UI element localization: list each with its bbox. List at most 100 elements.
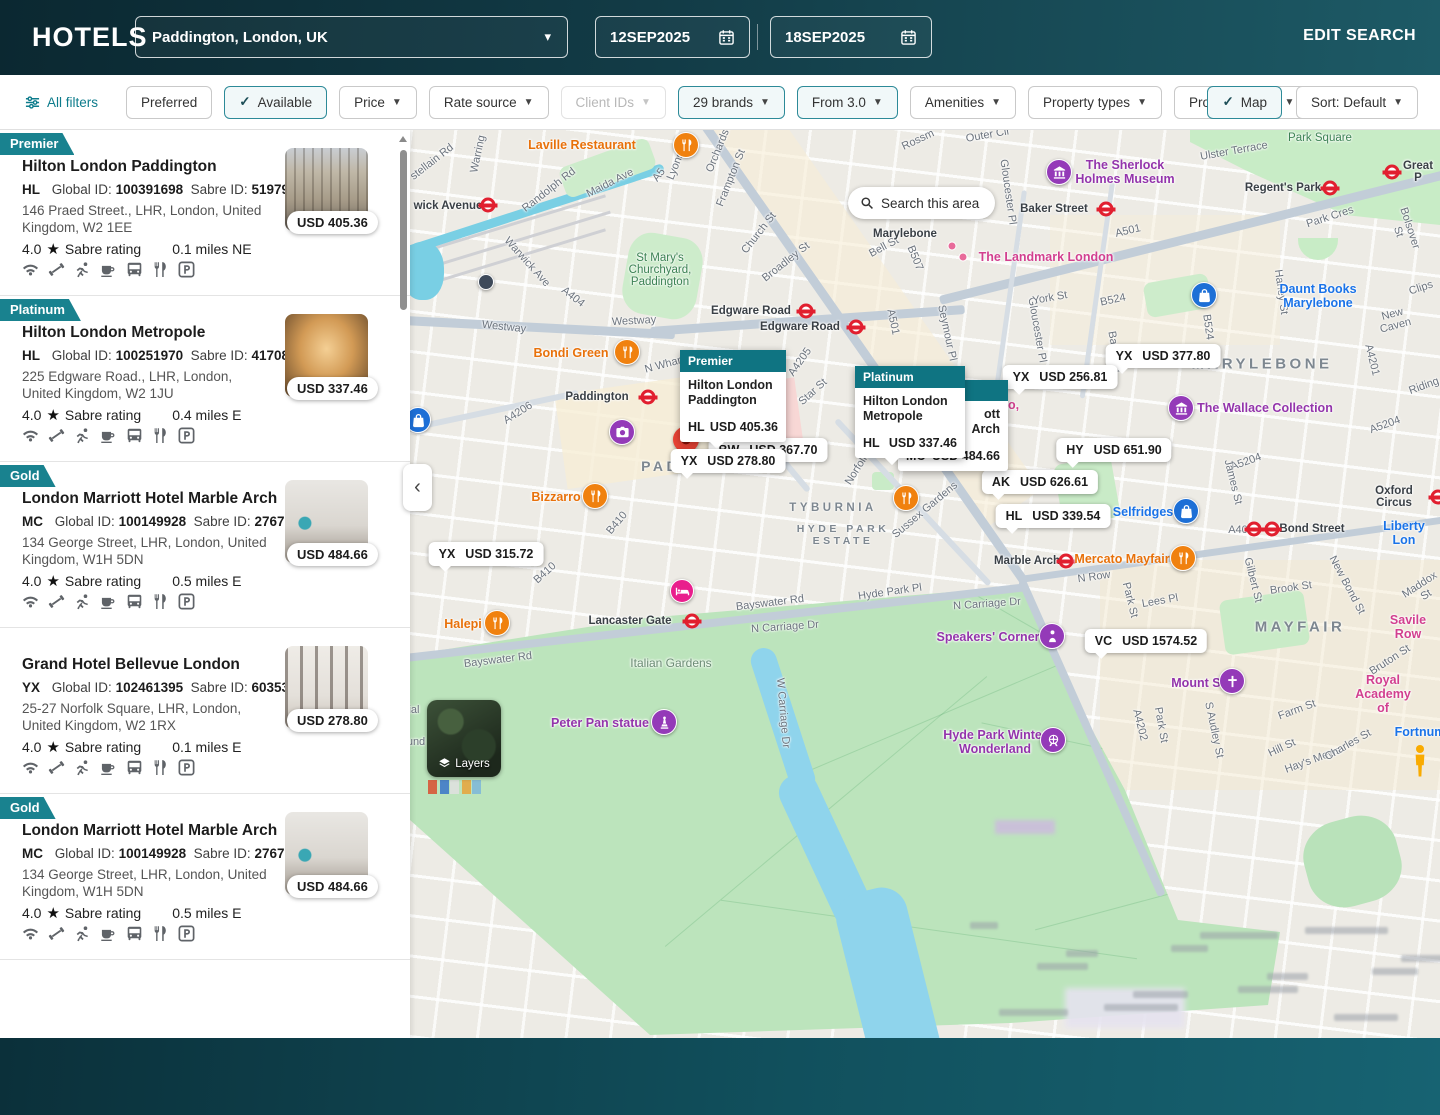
filter-property-types[interactable]: Property types▼ <box>1028 86 1162 119</box>
garbled-artifact <box>1334 1014 1398 1021</box>
check-out-date-field[interactable]: 18SEP2025 <box>770 16 932 58</box>
filter-from-3-0[interactable]: From 3.0▼ <box>797 86 898 119</box>
rest-marker-icon[interactable] <box>893 485 919 511</box>
dotpink-marker-icon[interactable] <box>948 242 957 251</box>
filter-client-ids[interactable]: Client IDs▼ <box>561 86 666 119</box>
store-marker-icon[interactable] <box>1191 282 1217 308</box>
map-price-pill[interactable]: AKUSD 626.61 <box>982 470 1098 494</box>
hotel-card[interactable]: Gold London Marriott Hotel Marble Arch M… <box>0 794 410 960</box>
parking-icon <box>178 759 195 776</box>
gstrip <box>428 780 437 794</box>
tier-badge: Gold <box>0 465 56 487</box>
map-price-pill[interactable]: HLUSD 339.54 <box>996 504 1111 528</box>
museum-marker-icon[interactable] <box>1046 159 1072 185</box>
church-marker-icon[interactable] <box>1219 668 1245 694</box>
layers-control[interactable]: Layers <box>427 700 501 777</box>
rest-marker-icon[interactable] <box>673 132 699 158</box>
map-price-pill[interactable]: VCUSD 1574.52 <box>1085 629 1207 653</box>
hotel-distance: 0.5 miles E <box>172 573 241 589</box>
camera-marker-icon[interactable] <box>609 419 635 445</box>
poi-label: Selfridges <box>1113 505 1173 519</box>
hotel-photo[interactable]: USD 278.80 <box>285 646 368 729</box>
map-popup[interactable]: Platinum Hilton London Metropole HLUSD 3… <box>855 366 965 458</box>
map-price-pill[interactable]: YXUSD 256.81 <box>1003 365 1118 389</box>
underground-roundel-icon <box>1247 522 1262 537</box>
hotel-photo[interactable]: USD 337.46 <box>285 314 368 397</box>
store-marker-icon[interactable] <box>410 407 431 433</box>
dark-marker-icon[interactable] <box>478 274 494 290</box>
map-toggle-button[interactable]: ✓ Map <box>1207 86 1282 119</box>
all-filters-button[interactable]: All filters <box>25 95 98 110</box>
hotel-photo[interactable]: USD 405.36 <box>285 148 368 231</box>
map-price-pill[interactable]: YXUSD 315.72 <box>429 542 544 566</box>
filter-amenities[interactable]: Amenities▼ <box>910 86 1016 119</box>
hotel-card[interactable]: Gold London Marriott Hotel Marble Arch M… <box>0 462 410 628</box>
filter-available[interactable]: ✓Available <box>224 86 327 119</box>
check-in-date-field[interactable]: 12SEP2025 <box>595 16 750 58</box>
garbled-artifact <box>970 922 998 929</box>
hotel-name: London Marriott Hotel Marble Arch <box>22 822 278 840</box>
hotel-ids: MC Global ID: 100149928 Sabre ID: 2767 <box>22 514 285 529</box>
map-canvas[interactable]: Warringstellain RdRandolph RdMaida AveA5… <box>410 130 1440 1038</box>
dotpink-marker-icon[interactable] <box>959 253 968 262</box>
garbled-artifact <box>1037 963 1088 970</box>
map-price-pill[interactable]: YXUSD 278.80 <box>671 449 786 473</box>
chevron-down-icon: ▼ <box>641 97 651 108</box>
filter-29-brands[interactable]: 29 brands▼ <box>678 86 785 119</box>
poi-label: The Wallace Collection <box>1197 401 1333 415</box>
scrollbar-thumb[interactable] <box>400 150 407 310</box>
bed-marker-icon[interactable] <box>670 579 694 603</box>
map-patch <box>410 242 444 300</box>
hotel-ids: HL Global ID: 100251970 Sabre ID: 41708 <box>22 348 289 363</box>
person-marker-icon[interactable] <box>1039 623 1065 649</box>
rest-marker-icon[interactable] <box>614 339 640 365</box>
chain-code: HL <box>1006 509 1023 523</box>
hotel-photo[interactable]: USD 484.66 <box>285 812 368 895</box>
statue-marker-icon[interactable] <box>651 709 677 735</box>
hotel-address: 146 Praed Street., LHR, London, United K… <box>22 202 272 236</box>
star-icon: ★ <box>46 738 59 756</box>
check-in-value: 12SEP2025 <box>610 29 690 46</box>
filter-preferred[interactable]: Preferred <box>126 86 212 119</box>
wifi-icon <box>22 261 39 278</box>
hotel-photo[interactable]: USD 484.66 <box>285 480 368 563</box>
location-select[interactable]: Paddington, London, UK ▾ <box>135 16 568 58</box>
hotel-name: Hilton London Metropole <box>22 324 278 342</box>
map-price-pill[interactable]: HYUSD 651.90 <box>1056 438 1171 462</box>
filter-price[interactable]: Price▼ <box>339 86 417 119</box>
hotel-card[interactable]: Platinum Hilton London Metropole HL Glob… <box>0 296 410 462</box>
activity-icon <box>74 427 91 444</box>
activity-icon <box>74 593 91 610</box>
wonder-marker-icon[interactable] <box>1040 727 1066 753</box>
tier-badge: Platinum <box>0 299 81 321</box>
popup-price: USD 337.46 <box>889 436 957 450</box>
filter-rate-source[interactable]: Rate source▼ <box>429 86 549 119</box>
hotel-card[interactable]: Grand Hotel Bellevue London YX Global ID… <box>0 628 410 794</box>
rest-marker-icon[interactable] <box>582 483 608 509</box>
search-this-area-button[interactable]: Search this area <box>848 187 995 219</box>
pegman-icon[interactable] <box>1410 744 1430 778</box>
shuttle-icon <box>126 759 143 776</box>
map-popup[interactable]: Premier Hilton London Paddington HLUSD 4… <box>680 350 786 442</box>
collapse-panel-button[interactable]: ‹ <box>403 464 432 511</box>
store-marker-icon[interactable] <box>1173 498 1199 524</box>
poi-label: The Landmark London <box>979 250 1114 264</box>
hotel-price-badge: USD 405.36 <box>287 211 378 234</box>
rest-marker-icon[interactable] <box>484 610 510 636</box>
rest-marker-icon[interactable] <box>1170 545 1196 571</box>
edit-search-button[interactable]: EDIT SEARCH <box>1303 27 1416 45</box>
map-price-pill[interactable]: YXUSD 377.80 <box>1106 344 1221 368</box>
pill-price: USD 1574.52 <box>1122 634 1197 648</box>
street-label: A4201 <box>1362 343 1381 377</box>
scrollbar-up-arrow[interactable] <box>399 136 407 142</box>
hotel-list: Premier Hilton London Paddington HL Glob… <box>0 130 410 960</box>
hotel-card[interactable]: Premier Hilton London Paddington HL Glob… <box>0 130 410 296</box>
station-label: Edgware Road <box>711 305 791 317</box>
amenity-icons-row <box>22 925 195 942</box>
fitness-icon <box>48 427 65 444</box>
date-separator <box>757 24 758 50</box>
poi-label: Mount St <box>1171 676 1224 690</box>
gstrip <box>450 780 459 794</box>
museum-marker-icon[interactable] <box>1168 395 1194 421</box>
sort-button[interactable]: Sort: Default▼ <box>1296 86 1418 119</box>
